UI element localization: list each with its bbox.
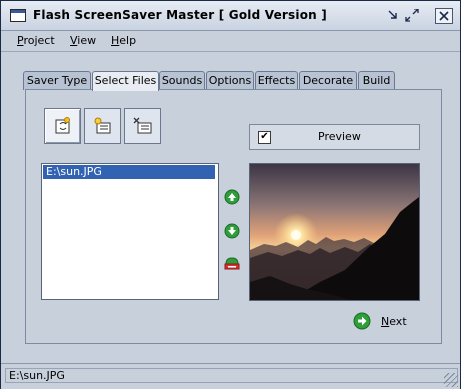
add-file-icon — [94, 117, 110, 134]
preview-label: Preview — [318, 130, 361, 143]
add-files-icon — [55, 117, 70, 134]
tab-options[interactable]: Options — [206, 71, 254, 90]
file-list[interactable]: E:\sun.JPG — [41, 163, 219, 300]
restore-icon[interactable] — [404, 8, 420, 22]
remove-file-button[interactable] — [124, 108, 161, 144]
add-file-button[interactable] — [84, 108, 121, 144]
window-title: Flash ScreenSaver Master [ Gold Version … — [33, 8, 327, 22]
minimize-icon[interactable] — [385, 8, 401, 22]
preview-toggle[interactable]: ✔ Preview — [249, 124, 420, 150]
remove-file-icon — [133, 117, 151, 134]
move-up-icon — [224, 189, 240, 205]
list-item[interactable]: E:\sun.JPG — [43, 165, 215, 179]
resize-grip-icon[interactable] — [444, 373, 458, 387]
add-files-button[interactable] — [44, 108, 81, 144]
title-bar[interactable]: Flash ScreenSaver Master [ Gold Version … — [1, 1, 460, 31]
menu-help[interactable]: Help — [111, 34, 136, 47]
next-arrow-icon — [353, 312, 371, 330]
tab-build[interactable]: Build — [358, 71, 395, 90]
image-preview — [249, 163, 420, 301]
status-bar: E:\sun.JPG — [1, 363, 460, 389]
remove-button[interactable] — [223, 254, 241, 272]
main-window: Flash ScreenSaver Master [ Gold Version … — [0, 0, 461, 389]
remove-icon — [224, 257, 240, 270]
move-down-button[interactable] — [223, 222, 241, 240]
sunset-preview-image — [250, 164, 419, 300]
tab-sounds[interactable]: Sounds — [159, 71, 205, 90]
tab-saver-type[interactable]: Saver Type — [23, 71, 91, 90]
status-text: E:\sun.JPG — [5, 368, 458, 383]
next-label: Next — [381, 314, 407, 328]
tab-decorate[interactable]: Decorate — [299, 71, 357, 90]
tab-effects[interactable]: Effects — [255, 71, 298, 90]
tab-select-files[interactable]: Select Files — [92, 71, 159, 91]
menu-project[interactable]: Project — [17, 34, 55, 47]
next-button[interactable]: Next — [353, 311, 407, 331]
menu-bar: Project View Help — [1, 31, 460, 52]
menu-view[interactable]: View — [70, 34, 96, 47]
preview-checkbox[interactable]: ✔ — [258, 131, 271, 144]
move-up-button[interactable] — [223, 188, 241, 206]
window-icon[interactable] — [10, 9, 26, 22]
close-icon[interactable] — [435, 8, 453, 24]
move-down-icon — [224, 223, 240, 239]
